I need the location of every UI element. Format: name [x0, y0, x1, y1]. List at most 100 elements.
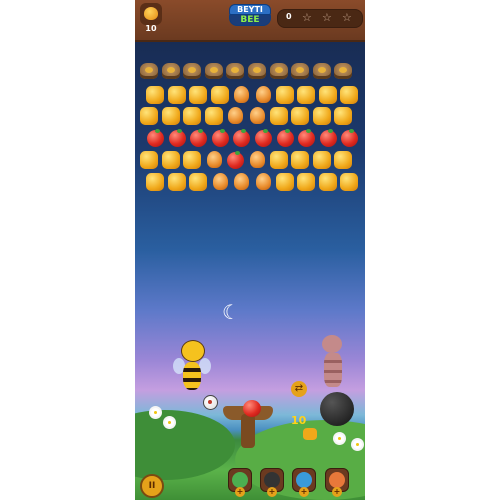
bubble-cell[interactable]: [333, 150, 353, 170]
blocker-bubble: [291, 63, 310, 79]
bubble-cell[interactable]: [333, 61, 353, 81]
bubble-cell[interactable]: [182, 106, 202, 126]
bubble-cell[interactable]: [139, 150, 159, 170]
drum-bubble: [212, 173, 228, 190]
bubble-cell[interactable]: [210, 128, 230, 148]
bubble-cell[interactable]: [333, 106, 353, 126]
apple-bubble: [233, 129, 251, 147]
honey-bubble: [312, 151, 331, 169]
score-panel: 0 ☆ ☆ ☆: [277, 9, 363, 28]
apple-bubble: [319, 129, 337, 147]
honey-bubble: [275, 86, 294, 104]
next-bubble-honey[interactable]: [303, 428, 317, 440]
bubble-cell[interactable]: [182, 150, 202, 170]
bubble-cell[interactable]: [182, 61, 202, 81]
add-icon[interactable]: +: [299, 487, 309, 497]
bubble-cell[interactable]: [204, 150, 224, 170]
bubble-cell[interactable]: [312, 61, 332, 81]
bubble-cell[interactable]: [269, 106, 289, 126]
bubble-cell[interactable]: [247, 106, 267, 126]
apple-bubble: [276, 129, 294, 147]
slingshot-stem: [241, 414, 255, 448]
bubble-cell[interactable]: [145, 85, 165, 105]
bubble-cell[interactable]: [161, 61, 181, 81]
booster-leaf-button[interactable]: +: [228, 468, 252, 497]
bubble-cell[interactable]: [275, 128, 295, 148]
bubble-cell[interactable]: [167, 85, 187, 105]
star-icon: ☆: [342, 11, 352, 24]
bubble-cell[interactable]: [247, 150, 267, 170]
booster-swirl-button[interactable]: +: [325, 468, 349, 497]
bubble-cell[interactable]: [231, 172, 251, 192]
moon-icon: ☾: [222, 300, 240, 324]
bubble-cell[interactable]: [253, 128, 273, 148]
bubble-cell[interactable]: [225, 150, 245, 170]
bubble-cell[interactable]: [139, 61, 159, 81]
bubble-cell[interactable]: [339, 85, 359, 105]
bubble-cell[interactable]: [204, 106, 224, 126]
drum-bubble: [234, 173, 250, 190]
bubble-cell[interactable]: [275, 85, 295, 105]
loaded-bubble-apple[interactable]: [243, 400, 261, 417]
blocker-bubble: [226, 63, 245, 79]
add-icon[interactable]: +: [235, 487, 245, 497]
bubble-cell[interactable]: [275, 172, 295, 192]
bubble-cell[interactable]: [145, 172, 165, 192]
bubble-cell[interactable]: [167, 128, 187, 148]
add-icon[interactable]: +: [267, 487, 277, 497]
bubble-cell[interactable]: [145, 128, 165, 148]
swap-arrows-icon[interactable]: ⇄: [291, 381, 307, 397]
bubble-cell[interactable]: [188, 85, 208, 105]
bubble-cell[interactable]: [253, 172, 273, 192]
bubble-cell[interactable]: [269, 61, 289, 81]
honey-bubble: [146, 86, 164, 104]
bubble-cell[interactable]: [161, 106, 181, 126]
bubble-cell[interactable]: [318, 128, 338, 148]
honey-bubble: [334, 151, 353, 169]
bee-character: [173, 336, 211, 406]
moves-counter: 10: [145, 24, 157, 33]
bubble-cell[interactable]: [290, 150, 310, 170]
bubble-cell[interactable]: [296, 128, 316, 148]
honey-bubble: [146, 173, 164, 191]
bubble-cell[interactable]: [210, 85, 230, 105]
bubble-cell[interactable]: [318, 172, 338, 192]
bubble-cell[interactable]: [167, 172, 187, 192]
bomb-icon[interactable]: [320, 392, 354, 426]
bubble-cell[interactable]: [231, 128, 251, 148]
add-icon[interactable]: +: [332, 487, 342, 497]
blocker-bubble: [161, 63, 180, 79]
bubble-cell[interactable]: [247, 61, 267, 81]
bubble-cell[interactable]: [210, 172, 230, 192]
bubble-cell[interactable]: [253, 85, 273, 105]
bubble-cell[interactable]: [290, 106, 310, 126]
bubble-cell[interactable]: [269, 150, 289, 170]
honey-bubble: [269, 107, 288, 125]
bubble-cell[interactable]: [188, 172, 208, 192]
game-screen[interactable]: 10 BEYTI BEE 0 ☆ ☆ ☆ ☾ ⇄ 10 II + + + +: [135, 0, 365, 500]
bubble-cell[interactable]: [296, 172, 316, 192]
bubble-cell[interactable]: [204, 61, 224, 81]
bubble-cell[interactable]: [318, 85, 338, 105]
star-icon: ☆: [302, 11, 312, 24]
bubble-cell[interactable]: [231, 85, 251, 105]
booster-bomb-button[interactable]: +: [260, 468, 284, 497]
bubble-cell[interactable]: [161, 150, 181, 170]
daisy-icon: [151, 408, 160, 417]
booster-arrow-button[interactable]: +: [292, 468, 316, 497]
bubble-cell[interactable]: [312, 150, 332, 170]
bubble-cell[interactable]: [339, 128, 359, 148]
bubble-cell[interactable]: [225, 106, 245, 126]
honey-bubble: [210, 86, 229, 104]
bubble-cell[interactable]: [188, 128, 208, 148]
pause-button[interactable]: II: [140, 474, 164, 498]
bubble-cell[interactable]: [339, 172, 359, 192]
apple-bubble: [255, 129, 272, 147]
bubble-cell[interactable]: [296, 85, 316, 105]
bubble-cell[interactable]: [290, 61, 310, 81]
blocker-bubble: [140, 63, 158, 79]
honey-bubble: [291, 107, 310, 125]
bubble-cell[interactable]: [312, 106, 332, 126]
bubble-cell[interactable]: [139, 106, 159, 126]
bubble-cell[interactable]: [225, 61, 245, 81]
